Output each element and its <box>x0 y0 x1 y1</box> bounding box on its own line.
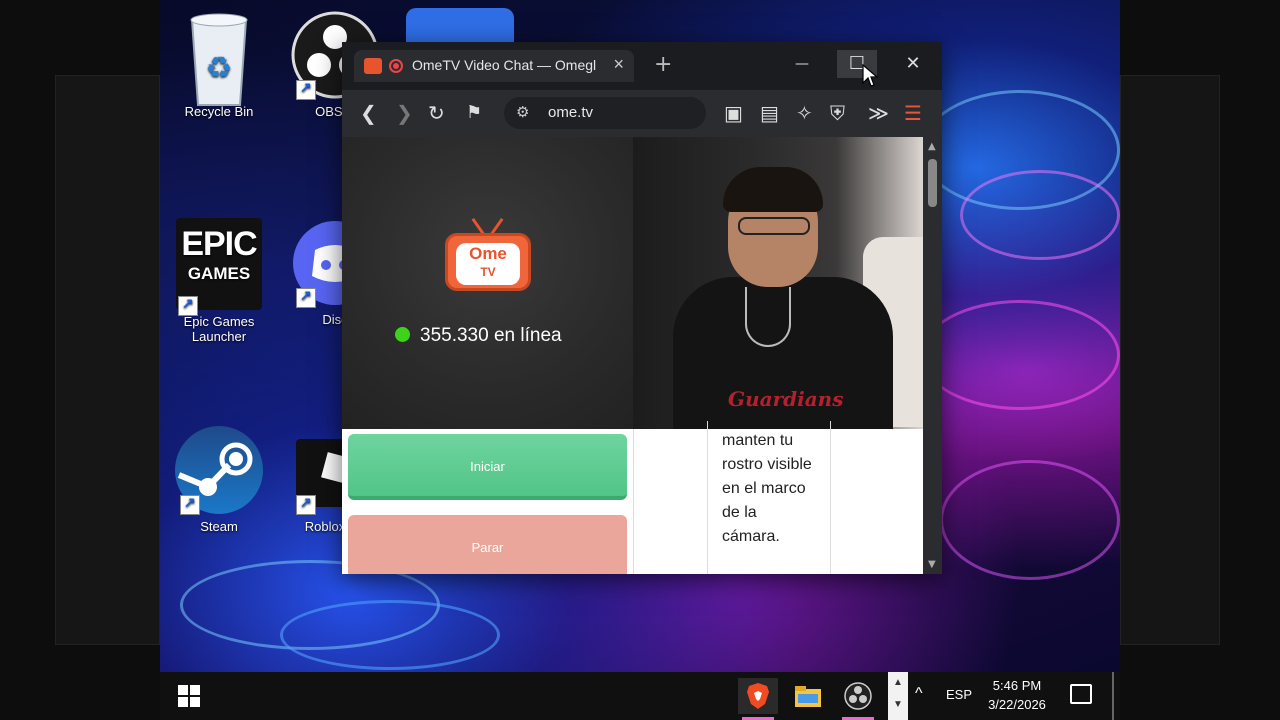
tab-bar: OmeTV Video Chat — Omegl × + — ☐ ✕ <box>342 42 942 90</box>
minimize-button[interactable]: — <box>782 50 822 78</box>
epic-games-icon: EPIC GAMES <box>176 218 262 316</box>
bookmark-icon[interactable]: ⚑ <box>466 102 482 124</box>
stop-button[interactable]: Parar <box>348 515 627 574</box>
epic-logo-line1: EPIC <box>181 225 257 263</box>
scroll-up-icon[interactable]: ▲ <box>928 141 936 152</box>
close-window-button[interactable]: ✕ <box>893 50 933 78</box>
menu-icon[interactable]: ☰ <box>904 102 922 124</box>
notifications-icon[interactable] <box>1070 684 1092 704</box>
scroll-down-icon[interactable]: ▼ <box>928 559 936 570</box>
address-bar[interactable]: ⚙ ome.tv <box>504 97 706 129</box>
logo-text-ome: Ome <box>469 244 507 263</box>
desktop-icon-steam[interactable]: Steam <box>164 425 274 534</box>
mouse-cursor-icon <box>862 64 878 87</box>
back-icon[interactable]: ❮ <box>360 102 377 124</box>
svg-text:♻: ♻ <box>206 52 233 85</box>
vpn-icon[interactable]: ≫ <box>868 102 889 124</box>
desktop-icon-recycle-bin[interactable]: ♻ Recycle Bin <box>164 10 274 119</box>
tab-close-icon[interactable]: × <box>613 54 624 75</box>
online-count-text: 355.330 en línea <box>420 325 562 346</box>
steam-icon <box>174 425 264 515</box>
shortcut-arrow-icon <box>296 79 316 100</box>
desktop-icon-label: Epic Games Launcher <box>183 314 255 344</box>
ometv-favicon-icon <box>364 58 382 74</box>
screen-frame-right <box>1120 0 1280 720</box>
new-tab-icon[interactable]: + <box>654 52 672 77</box>
person-chain <box>745 287 791 347</box>
url-text: ome.tv <box>548 104 594 121</box>
page-scrollbar[interactable]: ▲ ▼ <box>923 137 942 574</box>
windows-start-icon[interactable] <box>178 685 200 707</box>
shortcut-arrow-icon <box>296 287 316 308</box>
taskbar-obs-icon[interactable] <box>838 678 878 720</box>
show-hidden-icons-icon[interactable]: ^ <box>915 685 923 703</box>
desktop-icon-label: Steam <box>200 519 238 534</box>
brave-shields-icon[interactable]: ⛨ <box>830 102 845 124</box>
page-content: Ome TV 355.330 en línea Guardians Inicia… <box>342 137 923 574</box>
clock-time: 5:46 PM <box>992 678 1042 693</box>
clock[interactable]: 5:46 PM 3/22/2026 <box>982 676 1052 714</box>
person-hair <box>723 167 823 212</box>
show-desktop-button[interactable] <box>1112 672 1114 720</box>
taskbar: ▲ ▼ ^ ESP 5:46 PM 3/22/2026 <box>160 672 1120 720</box>
language-indicator[interactable]: ESP <box>946 687 972 702</box>
wallet-icon[interactable]: ▤ <box>760 102 779 124</box>
reload-icon[interactable]: ↻ <box>428 102 445 124</box>
recycle-bin-icon: ♻ <box>174 10 264 106</box>
clock-date: 3/22/2026 <box>988 697 1046 712</box>
screen-frame-left <box>0 0 160 720</box>
chat-message: manten tu rostro visible en el marco de … <box>707 421 831 574</box>
online-counter: 355.330 en línea <box>395 325 562 347</box>
shirt-text: Guardians <box>728 387 844 411</box>
recording-indicator-icon <box>389 59 403 73</box>
taskbar-brave-icon[interactable] <box>738 678 778 720</box>
ometv-logo: Ome TV <box>445 217 531 295</box>
stranger-video-panel: Guardians <box>633 137 923 429</box>
tab-ometv[interactable]: OmeTV Video Chat — Omegl × <box>354 50 634 82</box>
browser-toolbar: ❮ ❯ ↻ ⚑ ⚙ ome.tv ▣ ▤ ✧ ⛨ ≫ ☰ <box>342 90 942 137</box>
scroll-thumb[interactable] <box>928 159 937 207</box>
chat-area: manten tu rostro visible en el marco de … <box>633 421 923 574</box>
sidebar-icon[interactable]: ▣ <box>724 102 743 124</box>
taskbar-file-explorer-icon[interactable] <box>788 678 828 714</box>
taskbar-scroll-arrows[interactable]: ▲ ▼ <box>888 672 908 720</box>
desktop-icon-epic-games[interactable]: EPIC GAMES Epic Games Launcher <box>164 218 274 344</box>
chat-controls: Iniciar Parar <box>342 429 633 574</box>
logo-text-tv: TV <box>480 265 496 279</box>
online-dot-icon <box>395 327 410 342</box>
epic-logo-line2: GAMES <box>187 264 251 283</box>
site-settings-icon[interactable]: ⚙ <box>516 103 529 121</box>
self-video-panel: Ome TV 355.330 en línea <box>342 137 633 429</box>
tab-title: OmeTV Video Chat — Omegl <box>412 57 597 73</box>
desktop-icon-label: Roblox <box>304 519 346 534</box>
start-button[interactable]: Iniciar <box>348 434 627 500</box>
shortcut-arrow-icon <box>178 295 198 316</box>
browser-window: OmeTV Video Chat — Omegl × + — ☐ ✕ ❮ ❯ ↻… <box>342 42 942 574</box>
leo-ai-icon[interactable]: ✧ <box>796 102 813 124</box>
shortcut-arrow-icon <box>296 494 316 515</box>
forward-icon[interactable]: ❯ <box>396 102 413 124</box>
person-glasses <box>738 217 810 235</box>
shortcut-arrow-icon <box>180 494 200 515</box>
